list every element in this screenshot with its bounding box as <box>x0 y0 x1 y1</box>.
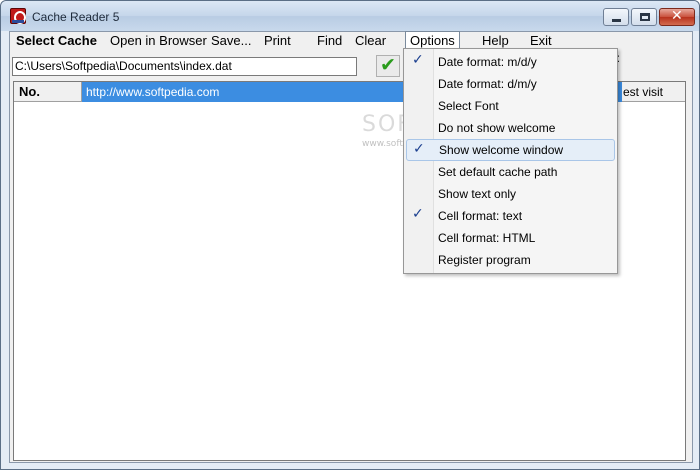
title-bar[interactable]: Cache Reader 5 ✕ <box>1 1 699 31</box>
checkmark-icon: ✔ <box>380 54 396 76</box>
cache-path-input[interactable]: C:\Users\Softpedia\Documents\index.dat <box>12 57 357 76</box>
load-path-button[interactable]: ✔ <box>376 54 400 77</box>
option-label: Do not show welcome <box>438 121 556 135</box>
menu-help[interactable]: Help <box>478 33 513 48</box>
option-set-default-cache-path[interactable]: Set default cache path <box>406 161 615 183</box>
option-label: Date format: d/m/y <box>438 77 537 91</box>
menu-options[interactable]: Options <box>405 31 460 48</box>
option-label: Set default cache path <box>438 165 558 179</box>
menu-clear[interactable]: Clear <box>351 33 390 48</box>
checkmark-icon: ✓ <box>412 206 424 222</box>
app-logo-icon[interactable] <box>10 8 26 24</box>
menu-print[interactable]: Print <box>260 33 295 48</box>
menu-find[interactable]: Find <box>313 33 346 48</box>
option-label: Cell format: HTML <box>438 231 536 245</box>
option-date-dmy[interactable]: Date format: d/m/y <box>406 73 615 95</box>
maximize-button[interactable] <box>631 8 657 26</box>
option-select-font[interactable]: Select Font <box>406 95 615 117</box>
column-header-no[interactable]: No. <box>14 82 82 102</box>
option-label: Select Font <box>438 99 499 113</box>
close-icon: ✕ <box>671 8 683 24</box>
menu-save[interactable]: Save... <box>207 33 255 48</box>
options-dropdown-menu: ✓ Date format: m/d/y Date format: d/m/y … <box>403 48 618 274</box>
option-register-program[interactable]: Register program <box>406 249 615 271</box>
option-cell-format-html[interactable]: Cell format: HTML <box>406 227 615 249</box>
option-show-welcome-window[interactable]: ✓ Show welcome window <box>406 139 615 161</box>
app-window: Cache Reader 5 ✕ Select Cache Open in Br… <box>0 0 700 470</box>
option-do-not-show-welcome[interactable]: Do not show welcome <box>406 117 615 139</box>
minimize-button[interactable] <box>603 8 629 26</box>
maximize-icon <box>640 13 650 21</box>
checkmark-icon: ✓ <box>413 141 425 157</box>
option-date-mdy[interactable]: ✓ Date format: m/d/y <box>406 51 615 73</box>
option-label: Show text only <box>438 187 517 201</box>
column-header-latest-visit[interactable]: est visit <box>622 82 685 102</box>
menu-open-in-browser[interactable]: Open in Browser <box>106 33 211 48</box>
menu-exit[interactable]: Exit <box>526 33 556 48</box>
option-cell-format-text[interactable]: ✓ Cell format: text <box>406 205 615 227</box>
option-label: Cell format: text <box>438 209 523 223</box>
option-label: Register program <box>438 253 531 267</box>
menu-bar: Select Cache Open in Browser Save... Pri… <box>10 31 692 48</box>
close-button[interactable]: ✕ <box>659 8 695 26</box>
checkmark-icon: ✓ <box>412 52 424 68</box>
option-label: Show welcome window <box>439 143 564 157</box>
option-show-text-only[interactable]: Show text only <box>406 183 615 205</box>
option-label: Date format: m/d/y <box>438 55 537 69</box>
window-title: Cache Reader 5 <box>32 10 120 24</box>
minimize-icon <box>612 19 621 22</box>
menu-select-cache[interactable]: Select Cache <box>12 33 101 48</box>
